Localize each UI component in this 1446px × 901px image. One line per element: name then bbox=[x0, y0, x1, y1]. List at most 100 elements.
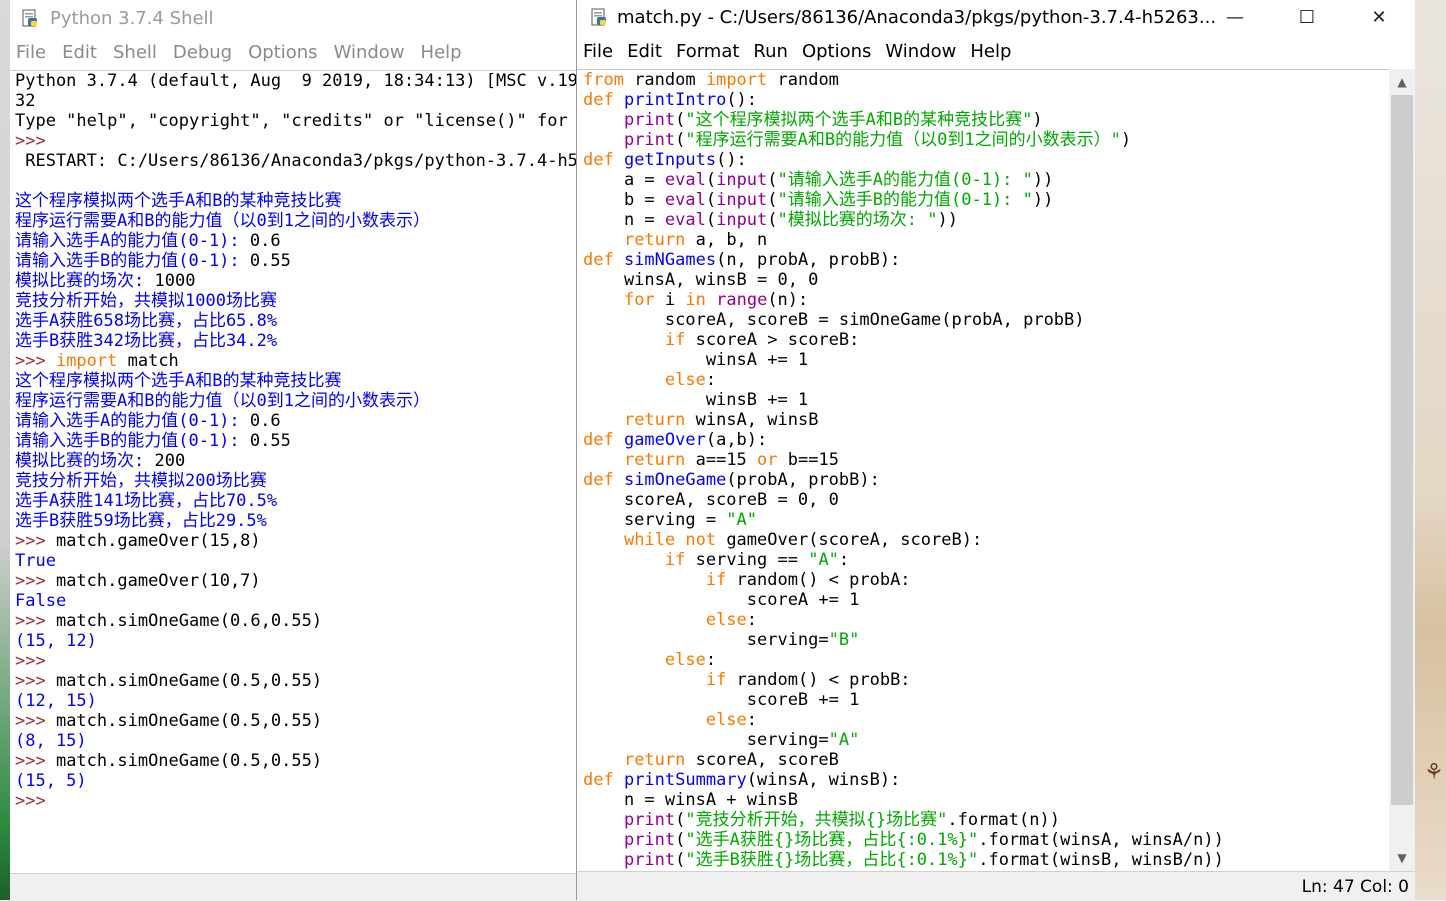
shell-line-token: (15, 12) bbox=[15, 631, 97, 651]
code-line-token: ( bbox=[675, 850, 686, 870]
shell-line-token: 选手B获胜342场比赛，占比34.2% bbox=[15, 331, 278, 351]
code-line-token: else bbox=[664, 650, 706, 670]
vertical-scrollbar[interactable]: ▲ ▼ bbox=[1389, 69, 1415, 871]
shell-window-title: Python 3.7.4 Shell bbox=[50, 7, 214, 29]
editor-menu-file[interactable]: File bbox=[583, 41, 613, 62]
shell-line: >>> match.simOneGame(0.5,0.55) bbox=[10, 671, 576, 691]
shell-line-token: 模拟比赛的场次: bbox=[15, 451, 155, 471]
desktop-background-right: ⚘ bbox=[1414, 0, 1446, 900]
shell-line: 模拟比赛的场次: 1000 bbox=[10, 271, 576, 291]
code-line-token: ( bbox=[767, 190, 778, 210]
shell-menu-options[interactable]: Options bbox=[248, 42, 317, 63]
shell-line-token: (15, 5) bbox=[15, 771, 87, 791]
shell-menubar: File Edit Shell Debug Options Window Help bbox=[10, 36, 576, 68]
shell-line: >>> bbox=[10, 791, 576, 811]
code-line-token: a, b, n bbox=[685, 230, 768, 250]
shell-line-token: RESTART: C:/Users/86136/Anaconda3/pkgs/p… bbox=[15, 151, 576, 171]
minimize-button[interactable]: — bbox=[1199, 0, 1271, 34]
code-line-token: gameOver(scoreA, scoreB): bbox=[716, 530, 983, 550]
shell-menu-window[interactable]: Window bbox=[334, 42, 405, 63]
shell-line-token: match.simOneGame(0.5,0.55) bbox=[55, 751, 323, 771]
shell-line-token: 程序运行需要A和B的能力值（以0到1之间的小数表示） bbox=[15, 211, 430, 231]
code-line-token: .format(n)) bbox=[947, 810, 1060, 830]
shell-line-token: match.simOneGame(0.6,0.55) bbox=[55, 611, 323, 631]
editor-menu-run[interactable]: Run bbox=[753, 41, 788, 62]
code-line-token: (n, probA, probB): bbox=[716, 250, 901, 270]
code-line-token: .format(winsA, winsA/n)) bbox=[978, 830, 1224, 850]
shell-line-token: 竞技分析开始，共模拟1000场比赛 bbox=[15, 291, 277, 311]
code-line-token: : bbox=[746, 710, 758, 730]
code-line-token: ( bbox=[675, 830, 686, 850]
code-line-token: getInputs bbox=[623, 150, 717, 170]
maximize-button[interactable]: ☐ bbox=[1271, 0, 1343, 34]
code-line-token: if bbox=[705, 670, 727, 690]
editor-menu-format[interactable]: Format bbox=[676, 41, 739, 62]
code-line: if random() < probA: bbox=[577, 570, 1389, 590]
code-line-token: print bbox=[623, 830, 676, 850]
code-line-token bbox=[583, 570, 706, 590]
code-line: print("选手A获胜{}场比赛，占比{:0.1%}".format(wins… bbox=[577, 830, 1389, 850]
code-line: print("程序运行需要A和B的能力值（以0到1之间的小数表示）") bbox=[577, 130, 1389, 150]
code-line-token bbox=[583, 650, 665, 670]
code-line: print("选手B获胜{}场比赛，占比{:0.1%}".format(wins… bbox=[577, 850, 1389, 870]
scroll-up-icon[interactable]: ▲ bbox=[1389, 69, 1415, 95]
code-line-token: winsB += 1 bbox=[583, 390, 809, 410]
shell-statusbar bbox=[10, 873, 576, 901]
code-line-token bbox=[583, 610, 706, 630]
code-line: print("竞技分析开始，共模拟{}场比赛".format(n)) bbox=[577, 810, 1389, 830]
code-line-token: a==15 bbox=[685, 450, 758, 470]
code-line: else: bbox=[577, 710, 1389, 730]
editor-menu-help[interactable]: Help bbox=[970, 41, 1011, 62]
code-line: return a==15 or b==15 bbox=[577, 450, 1389, 470]
code-line-token: serving= bbox=[583, 730, 829, 750]
shell-titlebar[interactable]: Python 3.7.4 Shell bbox=[10, 0, 576, 36]
code-line-token: ( bbox=[675, 110, 686, 130]
code-editor-area[interactable]: from random import random def printIntro(… bbox=[577, 69, 1389, 872]
scroll-down-icon[interactable]: ▼ bbox=[1389, 845, 1415, 871]
code-line-token: else bbox=[705, 710, 747, 730]
shell-line: >>> match.gameOver(15,8) bbox=[10, 531, 576, 551]
code-line-token: input bbox=[716, 190, 768, 210]
code-line-token: ( bbox=[705, 170, 717, 190]
shell-line-token: Type "help", "copyright", "credits" or "… bbox=[15, 111, 576, 131]
code-line-token: print bbox=[623, 810, 676, 830]
code-line-token: ) bbox=[1032, 110, 1043, 130]
close-button[interactable]: ✕ bbox=[1343, 0, 1415, 34]
shell-line: 竞技分析开始，共模拟1000场比赛 bbox=[10, 291, 576, 311]
desktop-decoration: ⚘ bbox=[1424, 760, 1444, 785]
code-line-token: input bbox=[716, 170, 768, 190]
code-line-token: if bbox=[705, 570, 727, 590]
code-line-token: def bbox=[583, 770, 624, 790]
shell-menu-shell[interactable]: Shell bbox=[113, 42, 157, 63]
code-line-token: : bbox=[705, 650, 717, 670]
shell-menu-help[interactable]: Help bbox=[421, 42, 462, 63]
code-line-token: )) bbox=[937, 210, 958, 230]
code-line-token: b = bbox=[583, 190, 665, 210]
shell-window[interactable]: Python 3.7.4 Shell File Edit Shell Debug Opt… bbox=[10, 0, 576, 901]
shell-line-token: 选手A获胜658场比赛，占比65.8% bbox=[15, 311, 278, 331]
shell-menu-edit[interactable]: Edit bbox=[62, 42, 97, 63]
editor-titlebar[interactable]: match.py - C:/Users/86136/Anaconda3/pkgs… bbox=[577, 0, 1415, 34]
shell-line-token: match.simOneGame(0.5,0.55) bbox=[55, 711, 323, 731]
scrollbar-thumb[interactable] bbox=[1391, 95, 1413, 805]
shell-menu-debug[interactable]: Debug bbox=[173, 42, 232, 63]
code-line-token: random() < probA: bbox=[726, 570, 911, 590]
code-line: if serving == "A": bbox=[577, 550, 1389, 570]
code-line-token: eval bbox=[664, 210, 706, 230]
shell-line-token: match bbox=[117, 351, 179, 371]
shell-line: >>> match.gameOver(10,7) bbox=[10, 571, 576, 591]
code-line-token: n = winsA + winsB bbox=[583, 790, 798, 810]
code-line: winsA += 1 bbox=[577, 350, 1389, 370]
code-line-token: ( bbox=[705, 210, 717, 230]
code-line: def simOneGame(probA, probB): bbox=[577, 470, 1389, 490]
shell-line-token: Python 3.7.4 (default, Aug 9 2019, 18:34… bbox=[15, 71, 576, 91]
editor-window[interactable]: match.py - C:/Users/86136/Anaconda3/pkgs… bbox=[576, 0, 1415, 901]
editor-menu-window[interactable]: Window bbox=[885, 41, 956, 62]
shell-line: 选手B获胜59场比赛，占比29.5% bbox=[10, 511, 576, 531]
editor-menu-options[interactable]: Options bbox=[802, 41, 871, 62]
editor-statusbar: Ln: 47 Col: 0 bbox=[577, 871, 1415, 901]
editor-menu-edit[interactable]: Edit bbox=[627, 41, 662, 62]
shell-text-area[interactable]: Python 3.7.4 (default, Aug 9 2019, 18:34… bbox=[10, 70, 576, 874]
shell-menu-file[interactable]: File bbox=[16, 42, 46, 63]
window-controls: — ☐ ✕ bbox=[1199, 0, 1415, 34]
